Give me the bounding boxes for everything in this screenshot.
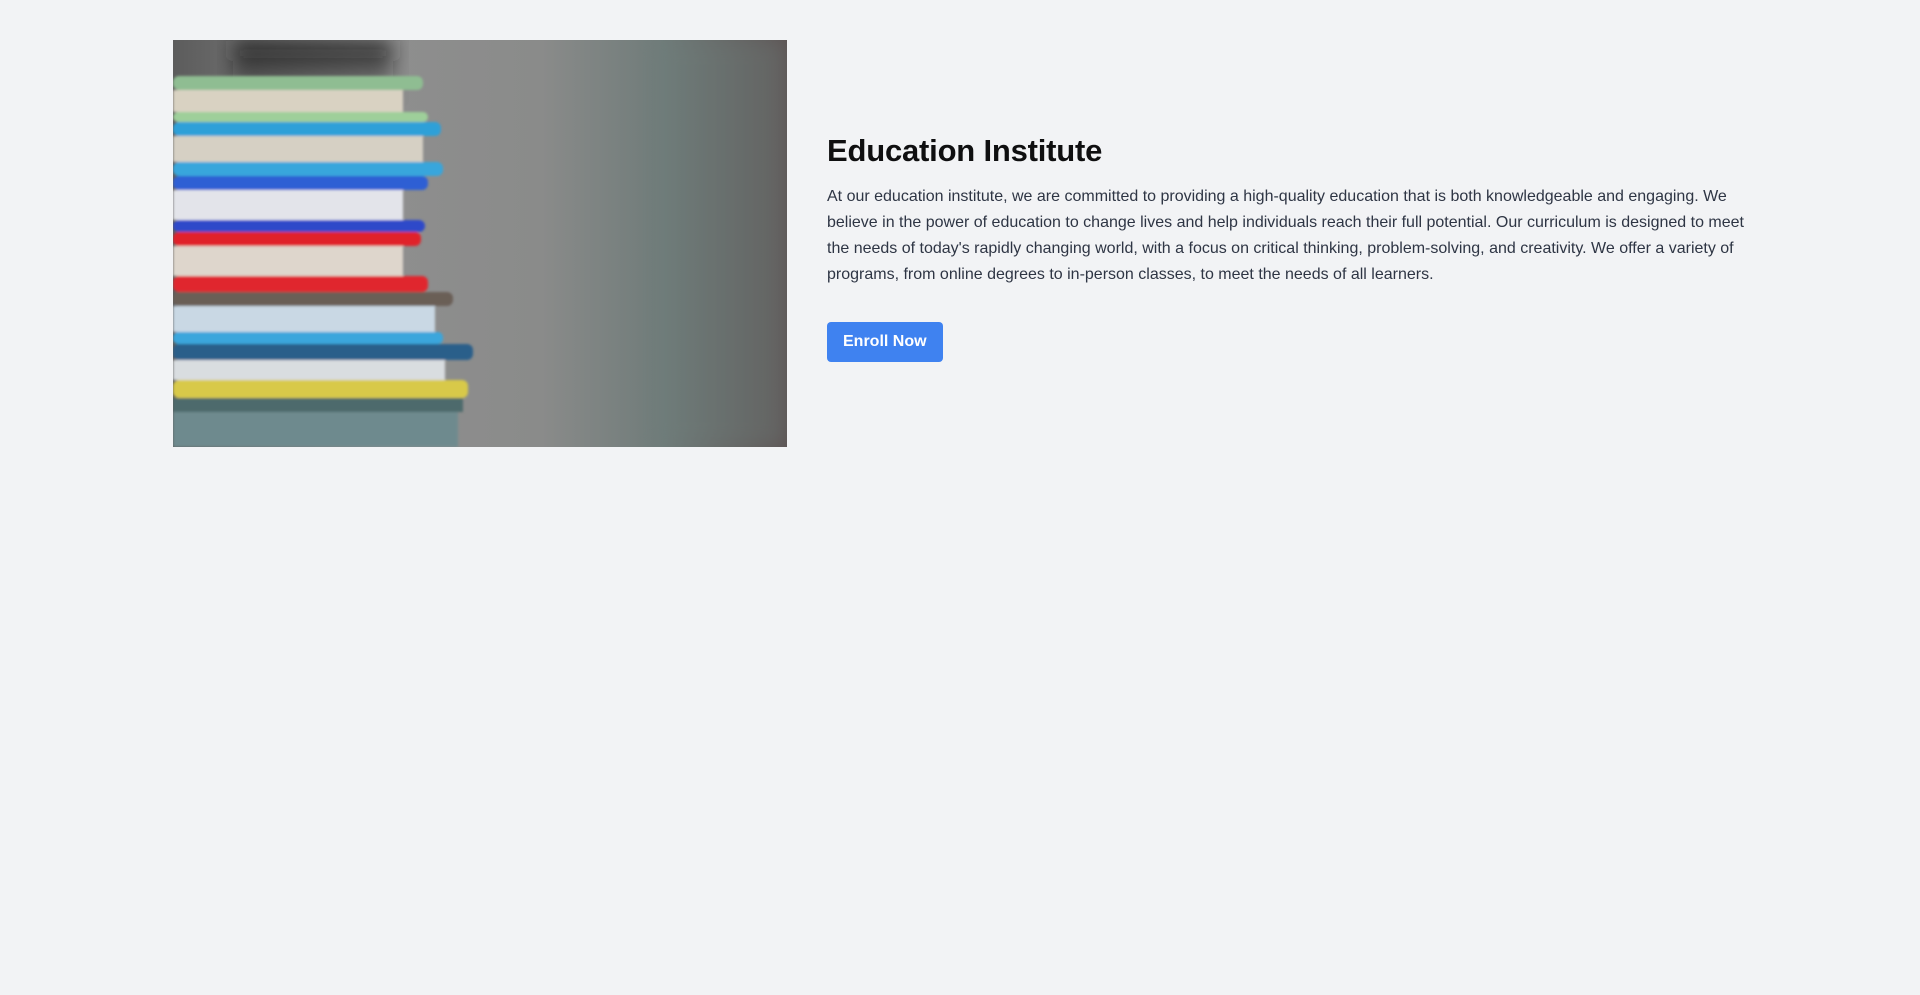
page-title: Education Institute (827, 133, 1103, 168)
hero-description: At our education institute, we are commi… (827, 188, 1744, 284)
hero-content: Education Institute At our education ins… (827, 40, 1747, 363)
enroll-now-button[interactable]: Enroll Now (827, 322, 943, 363)
hero-image-books (173, 40, 787, 447)
hero-section: Education Institute At our education ins… (173, 40, 1747, 447)
